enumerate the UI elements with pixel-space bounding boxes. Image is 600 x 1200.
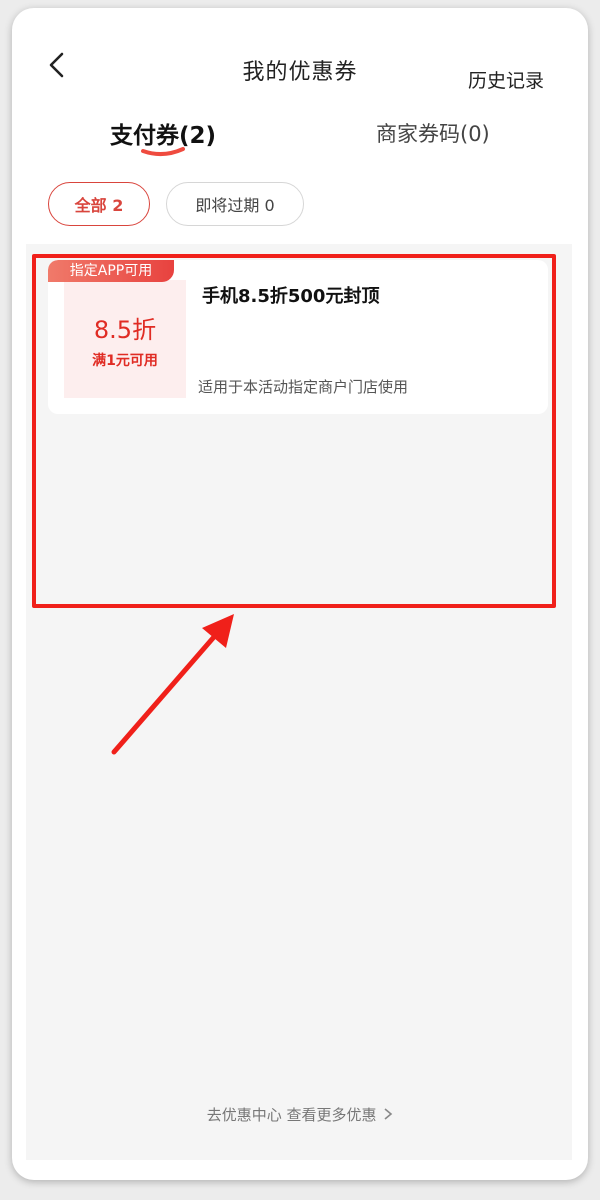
tab-payment-coupons[interactable]: 支付券(2) — [110, 116, 216, 150]
active-tab-indicator — [141, 147, 185, 156]
coupon-title: 手机8.5折500元封顶 — [202, 286, 380, 307]
coupon-list-area: 8.5折 满1元可用 指定APP可用 手机8.5折500元封顶 适用于本活动指定… — [26, 244, 572, 1160]
tab-merchant-codes[interactable]: 商家券码(0) — [376, 118, 490, 148]
phone-screen: 我的优惠券 历史记录 支付券(2) 商家券码(0) 全部 2 即将过期 0 8.… — [12, 8, 588, 1180]
coupon-description: 适用于本活动指定商户门店使用 — [198, 378, 409, 396]
chevron-right-icon — [384, 1108, 393, 1120]
history-records-link[interactable]: 历史记录 — [468, 66, 544, 93]
more-coupons-link[interactable]: 去优惠中心 查看更多优惠 — [12, 1104, 588, 1125]
filter-expiring-chip[interactable]: 即将过期 0 — [166, 182, 304, 226]
coupon-value-panel: 8.5折 满1元可用 — [64, 280, 186, 398]
filter-all-chip[interactable]: 全部 2 — [48, 182, 150, 226]
coupon-condition: 满1元可用 — [92, 353, 158, 369]
coupon-discount-value: 8.5折 — [93, 316, 157, 344]
more-coupons-text: 去优惠中心 查看更多优惠 — [206, 1106, 377, 1124]
app-only-badge: 指定APP可用 — [48, 260, 174, 282]
coupon-card[interactable]: 8.5折 满1元可用 指定APP可用 手机8.5折500元封顶 适用于本活动指定… — [48, 260, 548, 414]
